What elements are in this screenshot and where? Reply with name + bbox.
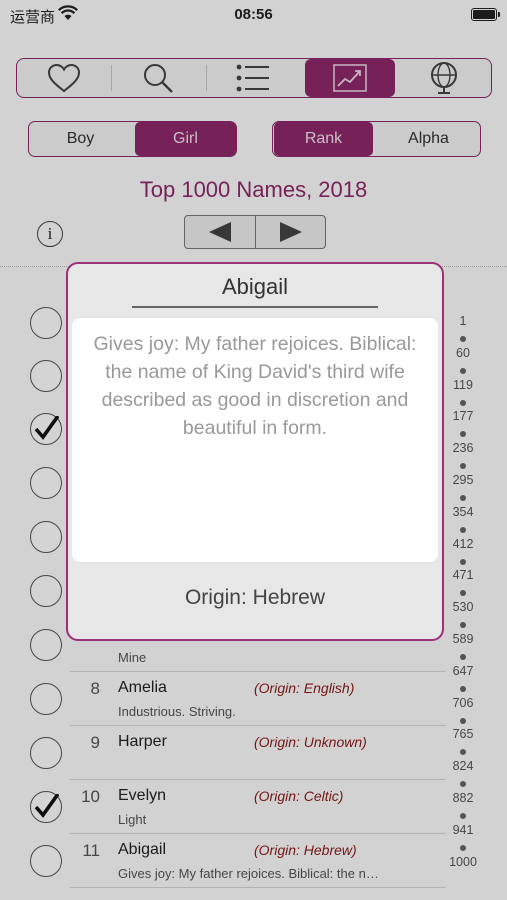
- popup-name-title: Abigail: [221, 274, 289, 299]
- popup-origin: Origin: Hebrew: [184, 586, 326, 609]
- popup-description: Gives joy: My father rejoices. Biblical:…: [93, 333, 417, 439]
- popup-description-card: Gives joy: My father rejoices. Biblical:…: [72, 318, 438, 562]
- name-detail-popup: Abigail Gives joy: My father rejoices. B…: [66, 262, 444, 641]
- title-underline: [132, 306, 378, 308]
